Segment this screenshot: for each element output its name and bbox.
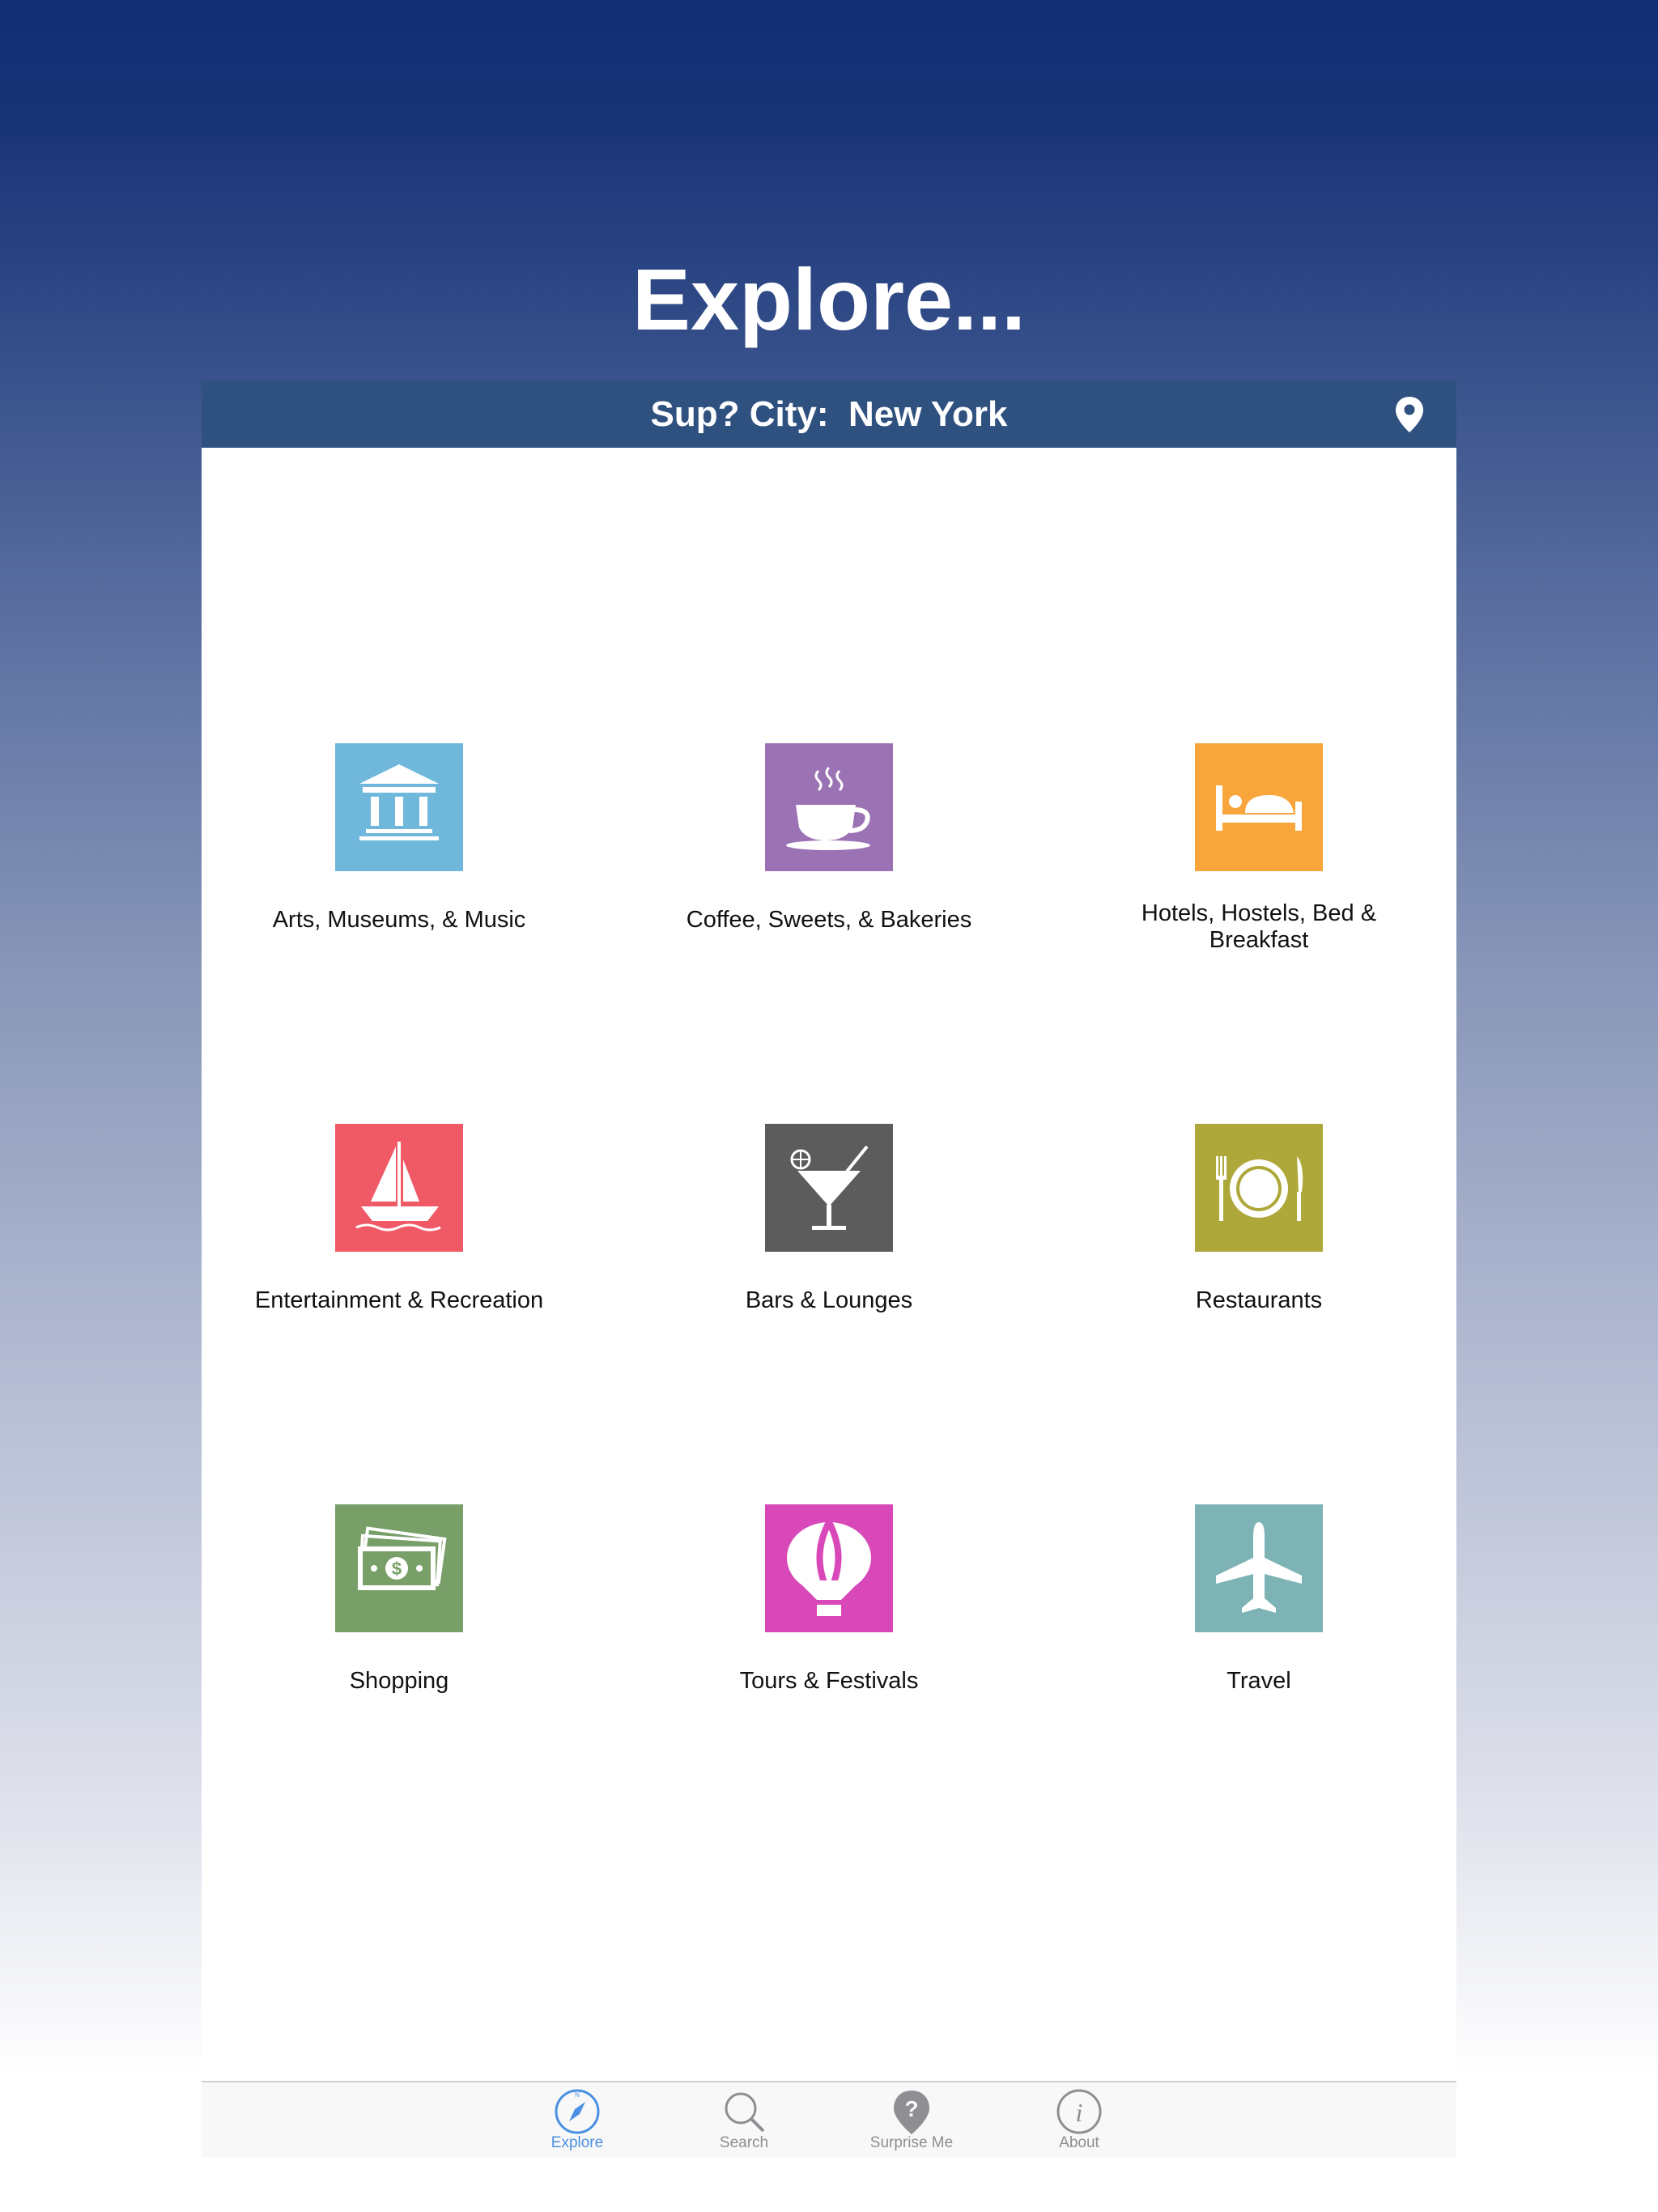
page-title: Explore... bbox=[631, 250, 1027, 348]
category-label: Tours & Festivals bbox=[739, 1668, 919, 1694]
category-shopping[interactable]: $ Shopping bbox=[229, 1504, 569, 1695]
tab-label: About bbox=[1059, 2134, 1099, 2151]
sailboat-icon bbox=[335, 1124, 463, 1252]
tab-search[interactable]: Search bbox=[687, 2082, 801, 2157]
airplane-icon bbox=[1195, 1504, 1323, 1632]
bed-icon bbox=[1195, 743, 1323, 871]
category-label: Entertainment & Recreation bbox=[254, 1287, 544, 1313]
category-label: Bars & Lounges bbox=[745, 1287, 913, 1313]
tab-surprise-me[interactable]: ? Surprise Me bbox=[855, 2082, 968, 2157]
svg-text:i: i bbox=[1076, 2098, 1083, 2127]
location-pin-icon[interactable] bbox=[1393, 395, 1426, 434]
question-pin-icon: ? bbox=[894, 2091, 929, 2134]
compass-icon: N bbox=[555, 2089, 600, 2134]
category-label: Travel bbox=[1226, 1668, 1291, 1694]
category-label: Arts, Museums, & Music bbox=[272, 907, 526, 933]
svg-text:N: N bbox=[575, 2091, 580, 2099]
tab-about[interactable]: i About bbox=[1022, 2082, 1136, 2157]
magnifier-icon bbox=[725, 2092, 765, 2133]
tab-bar: N Explore Search ? Surprise Me i About bbox=[202, 2081, 1456, 2157]
tab-explore[interactable]: N Explore bbox=[521, 2082, 634, 2157]
tab-label: Explore bbox=[551, 2134, 604, 2151]
city-label: Sup? City: New York bbox=[650, 394, 1008, 434]
category-label: Shopping bbox=[349, 1668, 449, 1694]
category-bars-lounges[interactable]: Bars & Lounges bbox=[659, 1124, 999, 1314]
category-label: Restaurants bbox=[1195, 1287, 1323, 1313]
category-entertainment-recreation[interactable]: Entertainment & Recreation bbox=[229, 1124, 569, 1314]
category-label: Coffee, Sweets, & Bakeries bbox=[686, 907, 972, 933]
museum-icon bbox=[335, 743, 463, 871]
cocktail-icon bbox=[765, 1124, 893, 1252]
city-bar[interactable]: Sup? City: New York bbox=[202, 381, 1456, 448]
category-hotels[interactable]: Hotels, Hostels, Bed & Breakfast bbox=[1089, 743, 1429, 954]
info-icon: i bbox=[1056, 2089, 1102, 2134]
category-coffee-sweets-bakeries[interactable]: Coffee, Sweets, & Bakeries bbox=[659, 743, 999, 934]
tab-label: Search bbox=[719, 2134, 769, 2151]
money-icon: $ bbox=[335, 1504, 463, 1632]
svg-text:$: $ bbox=[392, 1559, 402, 1579]
category-tours-festivals[interactable]: Tours & Festivals bbox=[659, 1504, 999, 1695]
svg-text:?: ? bbox=[904, 2096, 918, 2121]
plate-cutlery-icon bbox=[1195, 1124, 1323, 1252]
explore-panel: Sup? City: New York Arts, Museums, & Mus… bbox=[202, 381, 1456, 2157]
hot-air-balloon-icon bbox=[765, 1504, 893, 1632]
category-label: Hotels, Hostels, Bed & Breakfast bbox=[1141, 900, 1377, 953]
tab-label: Surprise Me bbox=[869, 2134, 954, 2151]
category-travel[interactable]: Travel bbox=[1089, 1504, 1429, 1695]
coffee-cup-icon bbox=[765, 743, 893, 871]
category-arts-museums-music[interactable]: Arts, Museums, & Music bbox=[229, 743, 569, 934]
category-restaurants[interactable]: Restaurants bbox=[1089, 1124, 1429, 1314]
